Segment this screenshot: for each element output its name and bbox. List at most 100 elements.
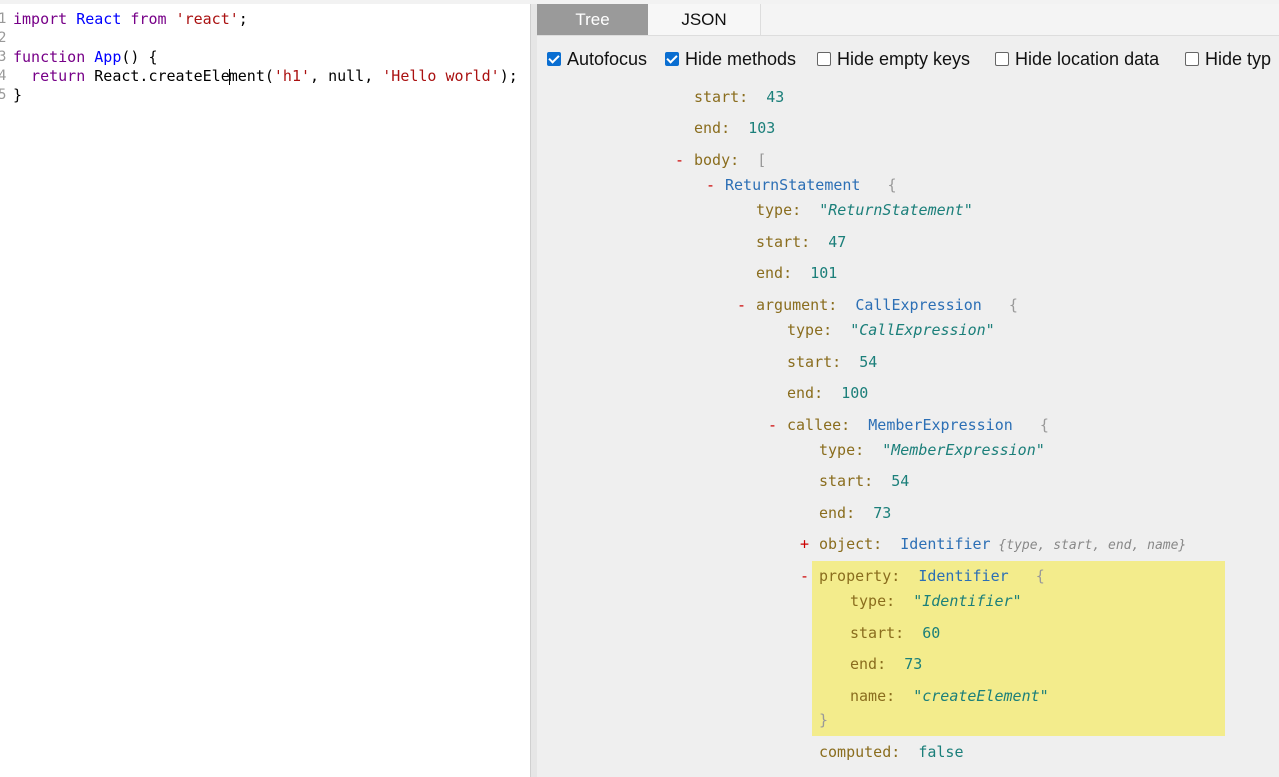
collapse-icon[interactable]: - <box>706 175 715 195</box>
tree-key: end: <box>787 384 842 402</box>
tree-property: start: 54 <box>819 471 909 491</box>
tree-node[interactable]: - body: [ <box>675 150 767 170</box>
tree-property: end: 100 <box>787 383 868 403</box>
tree-key: start: <box>850 624 923 642</box>
tree-brace: { <box>860 176 897 194</box>
tree-property: type: "CallExpression" <box>787 320 995 340</box>
tree-value: MemberExpression <box>868 416 1013 434</box>
hide-empty-keys-label: Hide empty keys <box>837 49 971 69</box>
line-number: 1 <box>0 11 7 27</box>
autofocus-label: Autofocus <box>567 49 648 69</box>
selected-node-highlight <box>812 561 1225 736</box>
line-number: 4 <box>0 68 7 84</box>
tree-value: "ReturnStatement" <box>819 201 973 219</box>
tree-value: false <box>918 743 964 761</box>
tree-key: body: <box>694 151 758 169</box>
tree-key: end: <box>819 504 874 522</box>
tree-value: "Identifier" <box>913 592 1022 610</box>
tree-property: start: 54 <box>787 352 877 372</box>
tree-value: 54 <box>891 472 910 490</box>
tree-key: computed: <box>819 743 919 761</box>
tree-property: start: 43 <box>694 87 784 107</box>
collapse-icon[interactable]: - <box>768 415 777 435</box>
tree-node[interactable]: - callee: MemberExpression { <box>768 415 1049 435</box>
tree-brace: { <box>981 296 1018 314</box>
tree-key: type: <box>756 201 820 219</box>
tree-property: type: "MemberExpression" <box>819 440 1045 460</box>
hide-location-data-label: Hide location data <box>1015 49 1160 69</box>
tree-value: Identifier <box>918 567 1009 585</box>
code-text: } <box>13 86 23 104</box>
tree-property: computed: false <box>819 742 964 762</box>
tree-value: "createElement" <box>913 687 1049 705</box>
tree-property: end: 101 <box>756 263 837 283</box>
tab-tree[interactable]: Tree <box>537 4 648 35</box>
tree-key: name: <box>850 687 914 705</box>
hide-types-label: Hide typ <box>1205 49 1272 69</box>
collapse-icon[interactable]: - <box>800 566 809 586</box>
tree-brace: { <box>1008 567 1045 585</box>
autofocus-checkbox[interactable] <box>547 52 561 66</box>
hide-location-data-checkbox[interactable] <box>995 52 1009 66</box>
tree-key: end: <box>850 655 905 673</box>
line-number: 5 <box>0 87 7 103</box>
tree-node[interactable]: + object: Identifier {type, start, end, n… <box>800 534 1187 554</box>
tree-property: start: 47 <box>756 232 846 252</box>
tree-property: end: 73 <box>850 654 922 674</box>
tree-value: 54 <box>859 353 878 371</box>
hide-methods-label: Hide methods <box>685 49 797 69</box>
tree-value: "MemberExpression" <box>882 441 1045 459</box>
tree-key: type: <box>819 441 883 459</box>
tree-key: callee: <box>787 416 869 434</box>
options-bar: Autofocus Hide methods Hide empty keys H… <box>537 40 1279 80</box>
tree-key: start: <box>787 353 860 371</box>
tab-json[interactable]: JSON <box>648 4 761 35</box>
tree-value: "CallExpression" <box>850 321 995 339</box>
tree-property: end: 73 <box>819 503 891 523</box>
tree-key: start: <box>819 472 892 490</box>
tree-key: property: <box>819 567 919 585</box>
tree-value: CallExpression <box>855 296 982 314</box>
tree-key: end: <box>694 119 749 137</box>
tree-key: start: <box>694 88 767 106</box>
hide-methods-checkbox[interactable] <box>665 52 679 66</box>
tree-property: name: "createElement" <box>850 686 1049 706</box>
tree-value: 60 <box>922 624 941 642</box>
tree-key: start: <box>756 233 829 251</box>
tree-brace: { <box>1012 416 1049 434</box>
tree-value: 73 <box>873 504 892 522</box>
tree-value: 101 <box>810 264 838 282</box>
collapse-icon[interactable]: - <box>737 295 746 315</box>
tree-node[interactable]: - argument: CallExpression { <box>737 295 1018 315</box>
tree-node[interactable]: - property: Identifier { <box>800 566 1045 586</box>
line-number: 3 <box>0 49 7 65</box>
hide-empty-keys-checkbox[interactable] <box>817 52 831 66</box>
tree-value: 43 <box>766 88 785 106</box>
tree-property: } <box>819 710 828 730</box>
line-number: 2 <box>0 30 7 46</box>
hide-types-checkbox[interactable] <box>1185 52 1199 66</box>
tree-key: type: <box>850 592 914 610</box>
tree-value: 73 <box>904 655 923 673</box>
tree-property: type: "ReturnStatement" <box>756 200 973 220</box>
tree-value: } <box>819 711 829 729</box>
code-editor[interactable]: 1 import React from 'react'; 2 3 function Ap… <box>0 4 530 777</box>
tree-key: object: <box>819 535 901 553</box>
collapsed-summary: {type, start, end, name} <box>990 538 1187 553</box>
tree-value: [ <box>757 151 767 169</box>
tree-key: type: <box>787 321 851 339</box>
code-text: return React.createElement('h1', null, '… <box>13 67 518 85</box>
collapse-icon[interactable]: - <box>675 150 684 170</box>
tree-node[interactable]: - ReturnStatement { <box>706 175 897 195</box>
view-tabs: Tree JSON <box>537 4 1279 36</box>
tree-value: 100 <box>841 384 869 402</box>
expand-icon[interactable]: + <box>800 534 809 554</box>
tree-value: 103 <box>748 119 776 137</box>
tree-value: ReturnStatement <box>725 176 861 194</box>
ast-panel: Tree JSON Autofocus Hide methods Hide em… <box>537 4 1279 777</box>
tree-key: argument: <box>756 296 856 314</box>
tree-property: type: "Identifier" <box>850 591 1022 611</box>
tree-key: end: <box>756 264 811 282</box>
code-text: import React from 'react'; <box>13 10 248 28</box>
tree-property: start: 60 <box>850 623 940 643</box>
